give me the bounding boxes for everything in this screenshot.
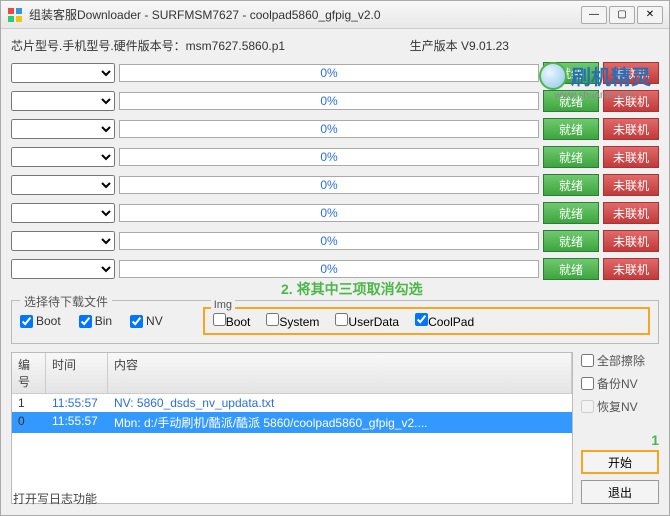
window-controls: — ▢ ✕: [581, 6, 663, 24]
connect-status: 未联机: [603, 118, 659, 140]
connect-status: 未联机: [603, 258, 659, 280]
port-select[interactable]: [11, 231, 115, 251]
lower-area: 编号 时间 内容 111:55:57NV: 5860_dsds_nv_updat…: [11, 352, 659, 504]
chip-info: 芯片型号.手机型号.硬件版本号：msm7627.5860.p1: [11, 37, 410, 54]
img-group: Img Boot System UserData CoolPad: [203, 307, 650, 335]
ready-status: 就绪: [543, 258, 599, 280]
ready-status: 就绪: [543, 174, 599, 196]
chk-nv[interactable]: NV: [130, 314, 163, 328]
progress-row: 0% 就绪 未联机: [11, 116, 659, 142]
side-panel: 全部擦除 备份NV 恢复NV 1 开始 退出: [581, 352, 659, 504]
port-select[interactable]: [11, 203, 115, 223]
table-row[interactable]: 011:55:57Mbn: d:/手动刷机/酷派/酷派 5860/coolpad…: [12, 412, 572, 433]
port-select[interactable]: [11, 91, 115, 111]
main-checks: Boot Bin NV: [20, 314, 163, 328]
maximize-button[interactable]: ▢: [609, 6, 635, 24]
exit-button[interactable]: 退出: [581, 480, 659, 504]
log-table: 编号 时间 内容 111:55:57NV: 5860_dsds_nv_updat…: [11, 352, 573, 504]
progress-row: 0% 就绪 未联机: [11, 200, 659, 226]
brand-logo: 刷机精灵 www.shuame.com: [539, 61, 651, 101]
file-select-group: 选择待下载文件 Boot Bin NV Img Boot System User…: [11, 300, 659, 344]
chk-img-system[interactable]: System: [266, 313, 319, 329]
chk-img-userdata[interactable]: UserData: [335, 313, 399, 329]
progress-bar: 0%: [119, 204, 539, 222]
logo-subtitle: www.shuame.com: [539, 90, 651, 101]
progress-bar: 0%: [119, 64, 539, 82]
chk-boot[interactable]: Boot: [20, 314, 61, 328]
progress-bar: 0%: [119, 232, 539, 250]
info-row: 芯片型号.手机型号.硬件版本号：msm7627.5860.p1 生产版本 V9.…: [11, 37, 659, 54]
minimize-button[interactable]: —: [581, 6, 607, 24]
ready-status: 就绪: [543, 146, 599, 168]
connect-status: 未联机: [603, 146, 659, 168]
content-area: 芯片型号.手机型号.硬件版本号：msm7627.5860.p1 生产版本 V9.…: [1, 29, 669, 512]
table-row[interactable]: 111:55:57NV: 5860_dsds_nv_updata.txt: [12, 394, 572, 412]
footer-text: 打开写日志功能: [13, 490, 97, 507]
ready-status: 就绪: [543, 202, 599, 224]
ready-status: 就绪: [543, 118, 599, 140]
chk-img-coolpad[interactable]: CoolPad: [415, 313, 474, 329]
progress-row: 0% 就绪 未联机: [11, 228, 659, 254]
chk-restore-nv: 恢复NV: [581, 398, 659, 415]
port-select[interactable]: [11, 147, 115, 167]
chk-bin[interactable]: Bin: [79, 314, 112, 328]
port-select[interactable]: [11, 63, 115, 83]
progress-bar: 0%: [119, 148, 539, 166]
connect-status: 未联机: [603, 202, 659, 224]
port-select[interactable]: [11, 259, 115, 279]
port-select[interactable]: [11, 119, 115, 139]
progress-bar: 0%: [119, 120, 539, 138]
table-body: 111:55:57NV: 5860_dsds_nv_updata.txt011:…: [12, 394, 572, 433]
version-label: 生产版本 V9.01.23: [410, 37, 509, 54]
app-window: 组装客服Downloader - SURFMSM7627 - coolpad58…: [0, 0, 670, 516]
img-legend: Img: [211, 299, 235, 311]
close-button[interactable]: ✕: [637, 6, 663, 24]
app-icon: [7, 7, 23, 23]
chk-clearall[interactable]: 全部擦除: [581, 352, 659, 369]
progress-row: 0% 就绪 未联机: [11, 144, 659, 170]
logo-icon: [539, 62, 567, 90]
titlebar: 组装客服Downloader - SURFMSM7627 - coolpad58…: [1, 1, 669, 29]
chk-backup-nv[interactable]: 备份NV: [581, 375, 659, 392]
annotation-step1: 1: [581, 432, 659, 448]
connect-status: 未联机: [603, 174, 659, 196]
start-button[interactable]: 开始: [581, 450, 659, 474]
window-title: 组装客服Downloader - SURFMSM7627 - coolpad58…: [29, 6, 581, 23]
file-select-legend: 选择待下载文件: [20, 293, 112, 310]
progress-bar: 0%: [119, 260, 539, 278]
progress-bar: 0%: [119, 92, 539, 110]
connect-status: 未联机: [603, 230, 659, 252]
port-select[interactable]: [11, 175, 115, 195]
annotation-step2: 2. 将其中三项取消勾选: [281, 279, 423, 299]
ready-status: 就绪: [543, 230, 599, 252]
progress-bar: 0%: [119, 176, 539, 194]
chk-img-boot[interactable]: Boot: [213, 313, 251, 329]
progress-row: 0% 就绪 未联机: [11, 172, 659, 198]
table-header: 编号 时间 内容: [12, 353, 572, 394]
